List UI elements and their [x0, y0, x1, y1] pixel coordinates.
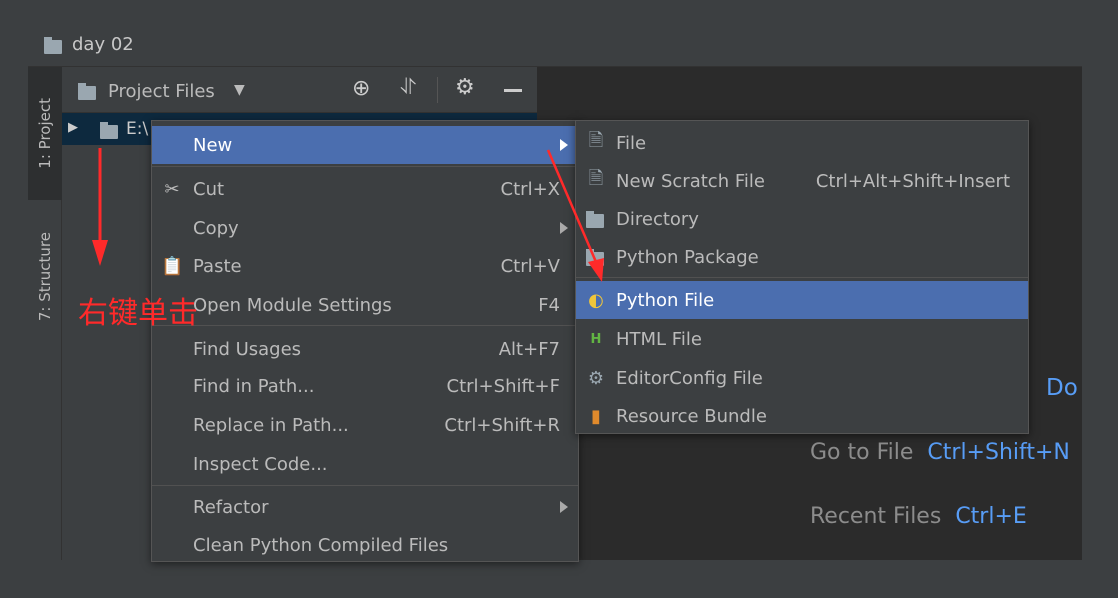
red-arrow-down — [92, 148, 108, 266]
annotation-text: 右键单击 — [78, 296, 198, 331]
red-arrow-diagonal — [546, 149, 604, 282]
